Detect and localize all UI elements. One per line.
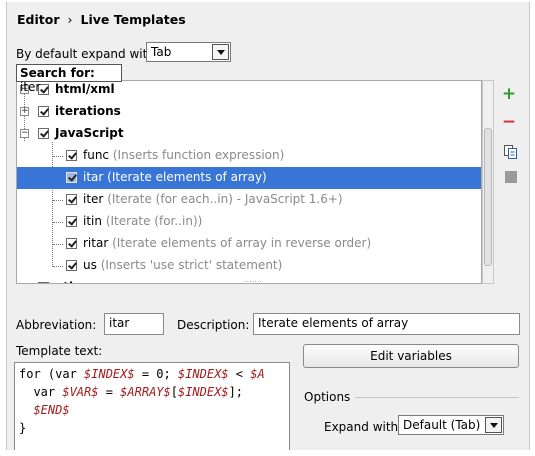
search-label: Search for: bbox=[20, 66, 95, 80]
chevron-down-icon[interactable] bbox=[212, 44, 229, 60]
code-variable: $INDEX$ bbox=[177, 367, 229, 381]
code-variable: $END$ bbox=[19, 403, 70, 417]
expand-with-combo[interactable]: Default (Tab) bbox=[398, 415, 504, 435]
speed-search-popup[interactable]: Search for: iter bbox=[16, 64, 122, 94]
template-abbreviation: us bbox=[83, 258, 97, 272]
code-variable: $INDEX$ bbox=[84, 367, 135, 381]
edit-variables-button[interactable]: Edit variables bbox=[303, 344, 519, 368]
templates-tree[interactable]: + html/xml + iterations − JavaScript fun… bbox=[16, 80, 482, 284]
code-variable: $VAR$ bbox=[62, 385, 99, 399]
template-abbreviation: func bbox=[83, 148, 110, 162]
group-checkbox[interactable] bbox=[38, 128, 49, 139]
expand-with-value: Default (Tab) bbox=[403, 418, 481, 432]
template-item-func[interactable]: func (Inserts function expression) bbox=[17, 145, 481, 167]
template-checkbox[interactable] bbox=[66, 260, 77, 271]
code-keyword: for (var bbox=[19, 367, 85, 381]
default-expand-label: By default expand with bbox=[16, 47, 155, 61]
template-description: (Iterate (for each..in) - JavaScript 1.6… bbox=[107, 192, 343, 206]
expand-plus-icon[interactable]: + bbox=[20, 107, 29, 116]
breadcrumb: Editor › Live Templates bbox=[17, 12, 186, 27]
template-description: (Inserts 'use strict' statement) bbox=[100, 258, 283, 272]
options-divider bbox=[355, 397, 519, 398]
breadcrumb-live-templates: Live Templates bbox=[80, 12, 186, 27]
live-templates-panel: Editor › Live Templates By default expand … bbox=[6, 2, 530, 450]
code-text: = 0; bbox=[134, 367, 178, 381]
template-text-label: Template text: bbox=[16, 344, 103, 358]
search-value: iter bbox=[20, 80, 41, 94]
code-text: } bbox=[19, 421, 27, 435]
code-text: ]; bbox=[228, 385, 244, 399]
template-checkbox[interactable] bbox=[66, 172, 77, 183]
group-template-button[interactable] bbox=[505, 171, 517, 183]
default-expand-value: Tab bbox=[151, 45, 172, 59]
group-label: JavaScript bbox=[55, 126, 124, 140]
expand-with-label: Expand with bbox=[324, 420, 399, 434]
copy-icon bbox=[504, 145, 517, 159]
collapse-minus-icon[interactable]: − bbox=[20, 129, 29, 138]
add-template-button[interactable]: + bbox=[501, 84, 517, 104]
default-expand-combo[interactable]: Tab bbox=[146, 42, 231, 62]
edit-variables-label: Edit variables bbox=[370, 349, 452, 363]
code-variable: $ARRAY$ bbox=[120, 385, 171, 399]
template-checkbox[interactable] bbox=[66, 216, 77, 227]
template-description: (Iterate elements of array in reverse or… bbox=[112, 236, 372, 250]
tree-group-iterations[interactable]: + iterations bbox=[17, 101, 481, 123]
tree-group-html-xml[interactable]: + html/xml bbox=[17, 81, 481, 101]
template-item-iter[interactable]: iter (Iterate (for each..in) - JavaScrip… bbox=[17, 189, 481, 211]
template-checkbox[interactable] bbox=[66, 150, 77, 161]
group-label: iterations bbox=[55, 104, 121, 118]
breadcrumb-editor[interactable]: Editor bbox=[17, 12, 60, 27]
code-text: [ bbox=[170, 385, 178, 399]
template-abbreviation: itar bbox=[83, 170, 104, 184]
template-description: (Inserts function expression) bbox=[112, 148, 285, 162]
template-checkbox[interactable] bbox=[66, 194, 77, 205]
template-description: (Iterate elements of array) bbox=[107, 170, 267, 184]
code-text: = bbox=[98, 385, 121, 399]
tree-group-javascript[interactable]: − JavaScript bbox=[17, 123, 481, 145]
abbreviation-label: Abbreviation: bbox=[16, 318, 97, 332]
code-text: < bbox=[228, 367, 251, 381]
scrollbar-thumb[interactable] bbox=[484, 128, 492, 266]
template-abbreviation: ritar bbox=[83, 236, 109, 250]
group-label: html/xml bbox=[55, 82, 115, 96]
chevron-down-icon[interactable] bbox=[485, 417, 502, 433]
template-checkbox[interactable] bbox=[66, 238, 77, 249]
template-abbreviation: itin bbox=[83, 214, 102, 228]
tree-scrollbar[interactable] bbox=[482, 80, 494, 284]
template-description: (Iterate (for..in)) bbox=[105, 214, 203, 228]
template-item-us[interactable]: us (Inserts 'use strict' statement) bbox=[17, 255, 481, 277]
options-label: Options bbox=[304, 390, 351, 404]
splitter-handle[interactable] bbox=[16, 275, 494, 290]
code-variable: $A bbox=[250, 367, 265, 381]
group-checkbox[interactable] bbox=[38, 106, 49, 117]
code-keyword: var bbox=[19, 385, 63, 399]
template-item-ritar[interactable]: ritar (Iterate elements of array in reve… bbox=[17, 233, 481, 255]
template-abbreviation: iter bbox=[83, 192, 104, 206]
description-label: Description: bbox=[177, 318, 250, 332]
template-item-itar[interactable]: itar (Iterate elements of array) bbox=[17, 167, 481, 189]
template-text-editor[interactable]: for (var $INDEX$ = 0; $INDEX$ < $A var $… bbox=[14, 362, 290, 450]
template-item-itin[interactable]: itin (Iterate (for..in)) bbox=[17, 211, 481, 233]
breadcrumb-separator: › bbox=[67, 12, 73, 27]
copy-template-button[interactable] bbox=[503, 144, 519, 160]
code-variable: $INDEX$ bbox=[177, 385, 229, 399]
abbreviation-input[interactable]: itar bbox=[104, 313, 164, 335]
description-input[interactable]: Iterate elements of array bbox=[253, 313, 520, 335]
remove-template-button[interactable]: − bbox=[501, 112, 517, 132]
